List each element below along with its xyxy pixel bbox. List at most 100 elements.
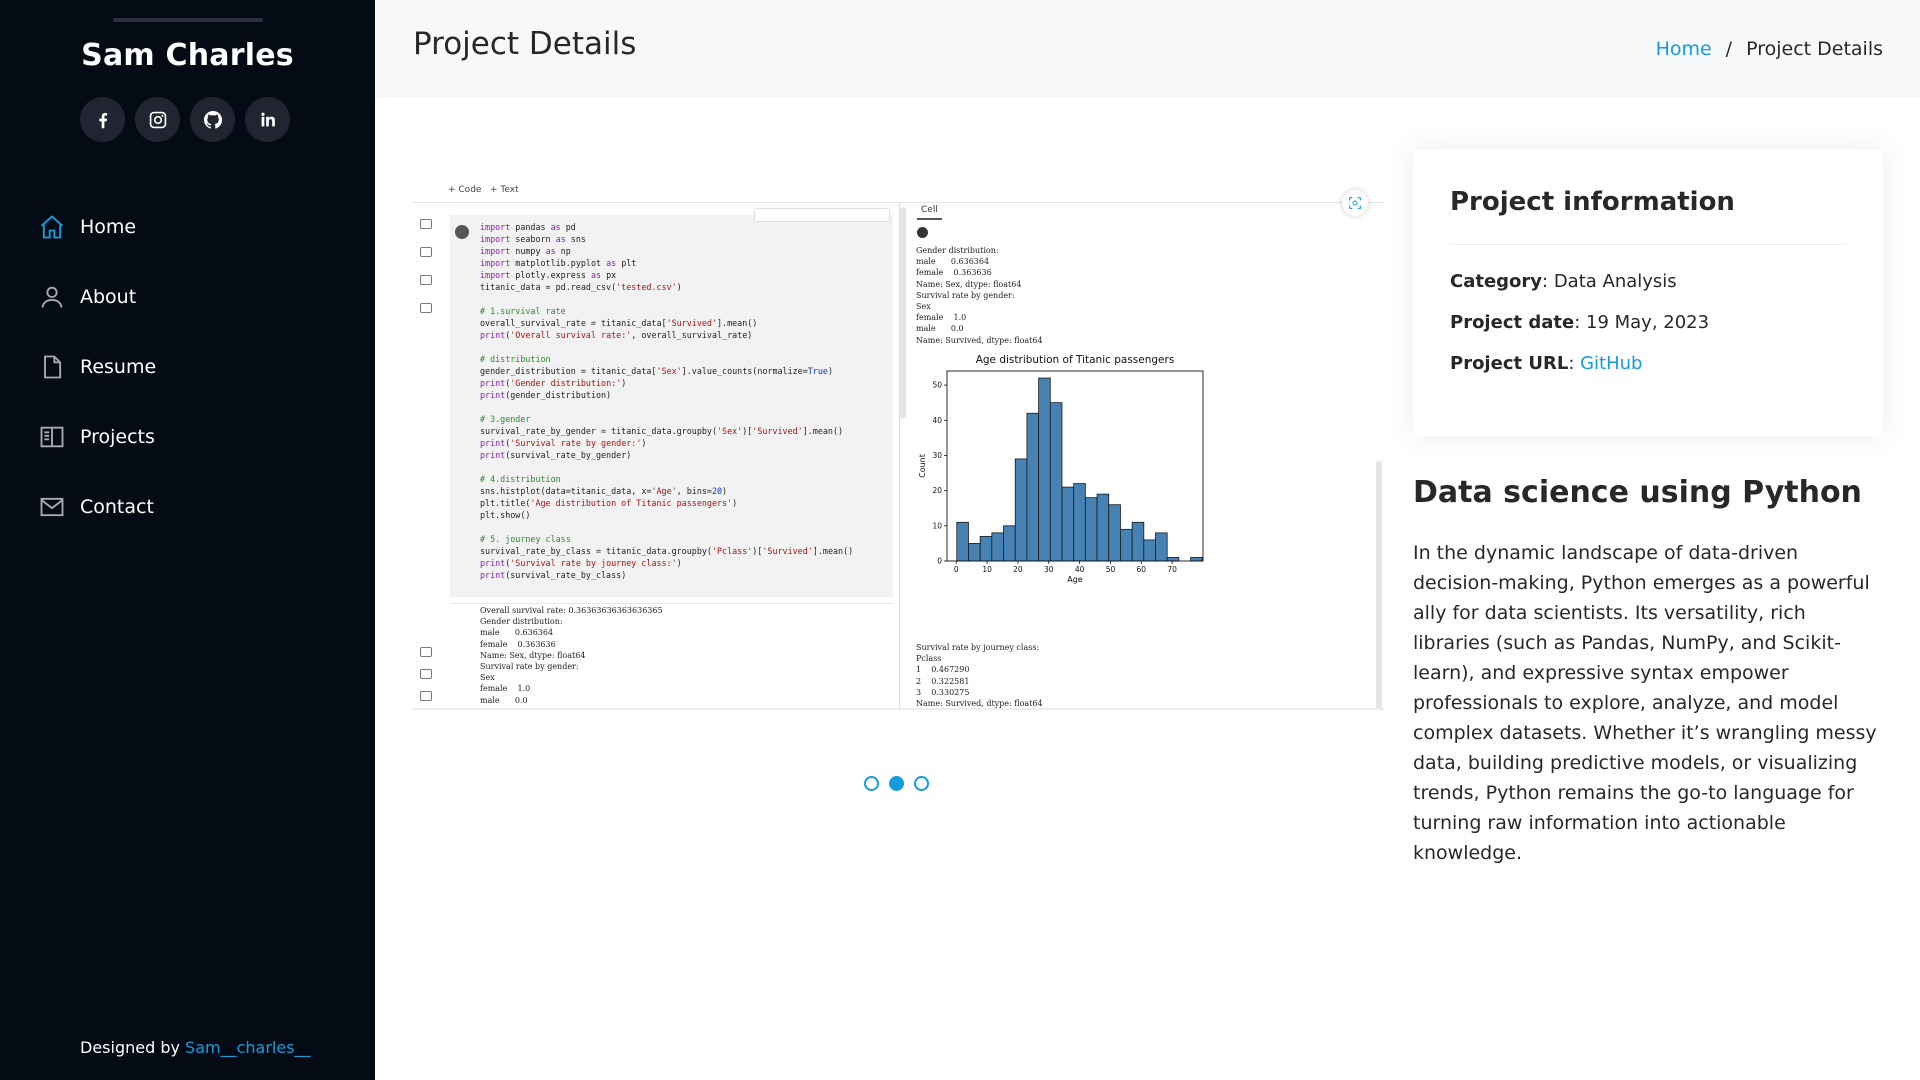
instagram-icon — [149, 111, 166, 128]
x-tick-label: 60 — [1137, 565, 1147, 574]
chart-xlabel: Age — [1067, 575, 1083, 584]
nav-label-resume: Resume — [80, 356, 157, 378]
date-value: : 19 May, 2023 — [1574, 312, 1710, 333]
instagram-link[interactable] — [135, 97, 180, 142]
project-info-title: Project information — [1450, 187, 1735, 217]
histogram-bar — [991, 532, 1004, 562]
nav-item-contact[interactable]: Contact — [38, 472, 156, 542]
x-tick-label: 70 — [1167, 565, 1177, 574]
histogram-bar — [1038, 377, 1051, 562]
file-icon — [44, 355, 62, 379]
add-text-button[interactable]: + Text — [490, 185, 519, 195]
cell-scrollbar[interactable] — [900, 207, 906, 419]
slider-dot-1[interactable] — [864, 776, 879, 791]
histogram-bar — [956, 521, 969, 562]
card-divider — [1450, 244, 1846, 245]
envelope-icon — [40, 497, 64, 517]
panel-tab-cell[interactable]: Cell — [917, 205, 942, 220]
description-body: In the dynamic landscape of data-driven … — [1413, 542, 1877, 864]
histogram-bar — [1190, 557, 1203, 562]
nav-label-about: About — [80, 286, 137, 308]
breadcrumb-home-link[interactable]: Home — [1656, 38, 1712, 60]
project-info-card: Project information Category: Data Analy… — [1413, 149, 1883, 436]
code-snippet-icon — [420, 647, 432, 657]
description-title: Data science using Python — [1413, 475, 1862, 510]
github-icon — [203, 110, 222, 129]
x-tick-label: 30 — [1044, 565, 1054, 574]
breadcrumb-section: Project Details Home / Project Details — [375, 0, 1920, 98]
y-tick-label: 40 — [932, 416, 942, 425]
x-tick-label: 20 — [1013, 565, 1023, 574]
cell-output: Overall survival rate: 0.363636363636363… — [480, 606, 663, 705]
breadcrumb-current: Project Details — [1746, 38, 1883, 60]
histogram-bar — [1026, 412, 1040, 562]
notebook-toolbar: + Code + Text — [412, 175, 1384, 203]
histogram-bar — [1143, 539, 1156, 562]
age-histogram: Age distribution of Titanic passengers C… — [918, 354, 1204, 584]
histogram-bar — [1061, 486, 1075, 562]
run-cell-icon — [455, 225, 469, 239]
nav-label-projects: Projects — [80, 426, 155, 448]
histogram-bar — [1073, 483, 1086, 562]
brand-name[interactable]: Sam Charles — [0, 38, 375, 73]
project-image-slider[interactable]: + Code + Text import pandas as pd import… — [412, 175, 1384, 710]
slider-dot-3[interactable] — [914, 776, 929, 791]
category-value: : Data Analysis — [1542, 271, 1677, 292]
facebook-link[interactable] — [80, 97, 125, 142]
x-tick-label: 40 — [1075, 565, 1085, 574]
y-tick-label: 20 — [932, 486, 942, 495]
chart-ylabel: Count — [918, 454, 927, 478]
image-zoom-button[interactable] — [1342, 190, 1368, 216]
url-label: Project URL — [1450, 353, 1569, 374]
histogram-bar — [968, 543, 981, 562]
command-icon — [420, 669, 432, 679]
chart-marks: 0 10 20 30 40 50 60 70 0 10 20 30 40 50 — [932, 370, 1204, 574]
add-code-button[interactable]: + Code — [448, 185, 481, 195]
panel-run-icon — [917, 227, 928, 238]
slider-pagination — [864, 776, 929, 791]
person-icon — [41, 286, 63, 308]
cell-toolbar — [754, 208, 890, 222]
book-icon — [40, 426, 64, 448]
nav-label-home: Home — [80, 216, 137, 238]
linkedin-icon — [260, 112, 275, 126]
nav-item-projects[interactable]: Projects — [38, 402, 156, 472]
histogram-bar — [1014, 458, 1028, 562]
nav-item-resume[interactable]: Resume — [38, 332, 156, 402]
footer-credit: Designed by Sam__charles__ — [80, 1038, 311, 1057]
chart-title: Age distribution of Titanic passengers — [976, 354, 1175, 366]
github-project-link[interactable]: GitHub — [1580, 353, 1642, 374]
nav-item-about[interactable]: About — [38, 262, 156, 332]
footer-author-link[interactable]: Sam__charles__ — [185, 1038, 311, 1057]
facebook-icon — [98, 112, 107, 128]
notebook-side-icons — [412, 203, 442, 710]
histogram-bar — [1049, 402, 1063, 562]
slider-dot-2[interactable] — [889, 776, 904, 791]
nav-label-contact: Contact — [80, 496, 154, 518]
nav-item-home[interactable]: Home — [38, 192, 156, 262]
github-link[interactable] — [190, 97, 235, 142]
y-tick-label: 30 — [932, 451, 942, 460]
project-info-list: Category: Data Analysis Project date: 19… — [1450, 271, 1709, 394]
variables-icon — [420, 275, 432, 285]
main-nav: Home About Resume Projects Contact — [38, 192, 156, 542]
url-separator: : — [1568, 353, 1581, 374]
histogram-bar — [1166, 557, 1180, 562]
output-divider — [450, 603, 893, 604]
info-category: Category: Data Analysis — [1450, 271, 1709, 312]
footer-prefix: Designed by — [80, 1038, 180, 1057]
panel-output-top: Gender distribution: male 0.636364 femal… — [916, 246, 1043, 345]
histogram-bar — [1155, 532, 1168, 562]
histogram-bar — [1120, 528, 1133, 562]
date-label: Project date — [1450, 312, 1575, 333]
terminal-icon — [420, 691, 432, 701]
x-tick-label: 50 — [1106, 565, 1116, 574]
info-date: Project date: 19 May, 2023 — [1450, 312, 1709, 353]
histogram-bar — [1084, 497, 1098, 562]
breadcrumb-separator: / — [1725, 38, 1733, 60]
panel-scrollbar[interactable] — [1376, 461, 1382, 710]
linkedin-link[interactable] — [245, 97, 290, 142]
histogram-bar — [979, 535, 993, 562]
folder-icon — [420, 303, 432, 313]
y-tick-label: 50 — [932, 381, 942, 390]
